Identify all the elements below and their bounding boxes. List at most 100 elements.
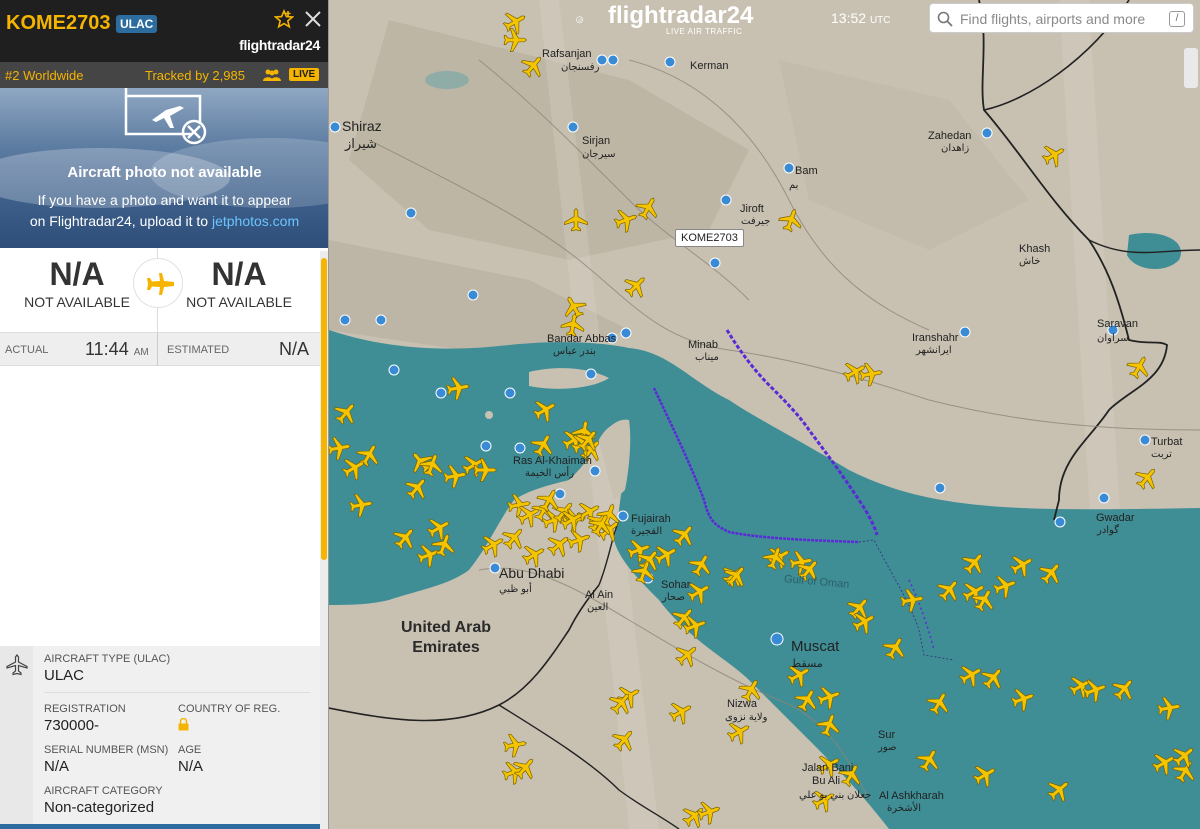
photo-upload-help: If you have a photo and want it to appea… bbox=[0, 190, 328, 232]
actual-time: 11:44 AM bbox=[85, 339, 149, 360]
origin-city: NOT AVAILABLE bbox=[24, 294, 130, 310]
city-label-al-ain-local: العين bbox=[587, 602, 609, 613]
city-label-muscat-local: مسقط bbox=[791, 658, 823, 670]
photo-unavailable-title: Aircraft photo not available bbox=[67, 164, 262, 181]
photo-help-line-1: If you have a photo and want it to appea… bbox=[37, 192, 292, 208]
worldwide-rank: #2 Worldwide bbox=[5, 68, 84, 83]
selected-flight-tag[interactable]: KOME2703 bbox=[675, 229, 744, 247]
city-label-sur-local: صور bbox=[878, 742, 897, 753]
city-label-al-ashkharah-local: الأشخرة bbox=[887, 803, 922, 814]
clock-time: 13:52 bbox=[831, 10, 867, 26]
aircraft-details: AIRCRAFT TYPE (ULAC) ULAC REGISTRATION 7… bbox=[0, 646, 320, 824]
city-label-fujairah-local: الفجيرة bbox=[631, 526, 663, 537]
actual-label: ACTUAL bbox=[5, 344, 49, 356]
search-box[interactable]: / bbox=[929, 3, 1194, 33]
clock-timezone: UTC bbox=[869, 15, 891, 26]
city-label-bam-local: بم bbox=[789, 180, 799, 191]
bookmark-star-icon[interactable] bbox=[274, 9, 294, 29]
country-label: COUNTRY OF REG. bbox=[178, 703, 281, 715]
map-side-scrollbar[interactable] bbox=[1184, 48, 1198, 88]
city-label-iranshahr: Iranshahr bbox=[912, 332, 959, 344]
city-label-sohar: Sohar bbox=[661, 579, 691, 591]
search-icon[interactable] bbox=[937, 11, 953, 27]
category-label: AIRCRAFT CATEGORY bbox=[44, 785, 163, 797]
destination-code[interactable]: N/A bbox=[164, 256, 314, 293]
callsign[interactable]: KOME2703 bbox=[6, 12, 111, 35]
city-label-turbat: Turbat bbox=[1151, 436, 1183, 448]
city-label-al-ashkharah: Al Ashkharah bbox=[879, 790, 944, 802]
jalan-line-1: Jalan Bani bbox=[802, 762, 854, 774]
times-section: ACTUAL 11:44 AM ESTIMATED N/A bbox=[0, 333, 328, 366]
topbar-logo-subtitle: LIVE AIR TRAFFIC bbox=[666, 27, 743, 36]
serial-value: N/A bbox=[44, 758, 70, 775]
city-label-sur: Sur bbox=[878, 729, 896, 741]
panel-scrollbar-thumb[interactable] bbox=[321, 258, 327, 560]
city-label-shiraz-local: شیراز bbox=[345, 136, 377, 151]
photo-help-line-2: on Flightradar24, upload it to bbox=[29, 213, 209, 229]
city-label-shiraz: Shiraz bbox=[342, 118, 382, 134]
aircraft-type-label: AIRCRAFT TYPE (ULAC) bbox=[44, 653, 170, 665]
city-label-ras-al-khaimah: Ras Al-Khaimah bbox=[513, 455, 592, 467]
airplane-icon bbox=[147, 273, 174, 295]
registration-value[interactable]: 730000- bbox=[44, 717, 99, 734]
aircraft-photo-area: Aircraft photo not available If you have… bbox=[0, 88, 328, 248]
category-value: Non-categorized bbox=[44, 799, 155, 816]
tracked-count: Tracked by 2,985 bbox=[145, 68, 245, 83]
serial-label: SERIAL NUMBER (MSN) bbox=[44, 744, 169, 756]
city-label-iranshahr-local: ایرانشهر bbox=[916, 345, 952, 356]
city-label-nizwa: Nizwa bbox=[727, 698, 757, 710]
actual-time-ampm: AM bbox=[133, 347, 149, 358]
flightradar24-logo: flightradar24 bbox=[239, 37, 320, 53]
city-label-jiroft: Jiroft bbox=[740, 203, 764, 215]
actual-time-value: 11:44 bbox=[85, 339, 129, 359]
city-label-sohar-local: صحار bbox=[662, 592, 685, 603]
destination-city: NOT AVAILABLE bbox=[186, 294, 292, 310]
rank-bar: #2 Worldwide Tracked by 2,985 LIVE bbox=[0, 62, 328, 88]
city-label-abu-dhabi-local: أبو ظبي bbox=[499, 584, 532, 595]
aircraft-type-value: ULAC bbox=[44, 667, 85, 684]
city-label-jiroft-local: جیرفت bbox=[741, 216, 771, 227]
city-label-rafsanjan: Rafsanjan bbox=[542, 48, 592, 60]
jetphotos-link[interactable]: jetphotos.com bbox=[212, 213, 299, 229]
city-label-gwadar-local: گوادر bbox=[1097, 525, 1119, 536]
aircraft-type-badge: ULAC bbox=[116, 15, 158, 33]
city-label-al-ain: Al Ain bbox=[585, 589, 614, 601]
country-label-uae: United Arab Emirates bbox=[401, 618, 491, 658]
city-label-zahedan-local: زاهدان bbox=[941, 143, 970, 154]
city-label-jalan-bani-bu-ali-local: جعلان بني بو علي bbox=[799, 790, 872, 801]
logo-text: flightradar24 bbox=[239, 37, 320, 53]
flightradar24-radar-icon[interactable] bbox=[576, 2, 612, 38]
city-label-ras-al-khaimah-local: رأس الخيمة bbox=[525, 468, 575, 479]
jalan-line-2: Bu Ali bbox=[812, 775, 841, 787]
panel-header: KOME2703 ULAC flightradar24 bbox=[0, 0, 328, 62]
live-badge: LIVE bbox=[289, 68, 320, 81]
panel-bottom-strip bbox=[0, 824, 320, 829]
country-label-uae-line-2: Emirates bbox=[412, 639, 480, 656]
aircraft-type-code: (ULAC) bbox=[133, 653, 171, 665]
city-label-zahedan: Zahedan bbox=[928, 130, 972, 142]
map-view[interactable]: Rafsanjan رفسنجان Kerman Shiraz شیراز Si… bbox=[329, 0, 1200, 829]
city-label-gwadar: Gwadar bbox=[1096, 512, 1135, 524]
city-label-kerman: Kerman bbox=[690, 60, 729, 72]
lock-icon[interactable] bbox=[178, 718, 189, 731]
city-label-minab-local: میناب bbox=[695, 352, 719, 363]
topbar-logo-text[interactable]: flightradar24 bbox=[608, 2, 753, 30]
city-label-rafsanjan-local: رفسنجان bbox=[561, 62, 600, 73]
search-input[interactable] bbox=[960, 8, 1165, 30]
utc-clock: 13:52 UTC bbox=[831, 10, 891, 26]
close-icon[interactable] bbox=[304, 10, 322, 28]
map-canvas[interactable] bbox=[329, 0, 1200, 829]
origin-code[interactable]: N/A bbox=[2, 256, 152, 293]
city-label-saravan-local: سراوان bbox=[1097, 333, 1129, 344]
photo-unavailable-icon bbox=[124, 88, 207, 145]
city-label-jalan-bani-bu-ali: Jalan Bani Bu Ali bbox=[802, 762, 853, 788]
city-label-khash-local: خاش bbox=[1019, 256, 1041, 267]
city-label-abu-dhabi: Abu Dhabi bbox=[499, 565, 565, 581]
city-label-fujairah: Fujairah bbox=[631, 513, 671, 525]
details-icon-column bbox=[0, 646, 33, 824]
flight-info-panel: KOME2703 ULAC flightradar24 #2 Worldwide… bbox=[0, 0, 329, 829]
city-label-turbat-local: تربت bbox=[1151, 449, 1172, 460]
aircraft-type-label-text: AIRCRAFT TYPE bbox=[44, 653, 131, 665]
route-plane-badge bbox=[133, 258, 183, 308]
city-label-khash: Khash bbox=[1019, 243, 1051, 255]
